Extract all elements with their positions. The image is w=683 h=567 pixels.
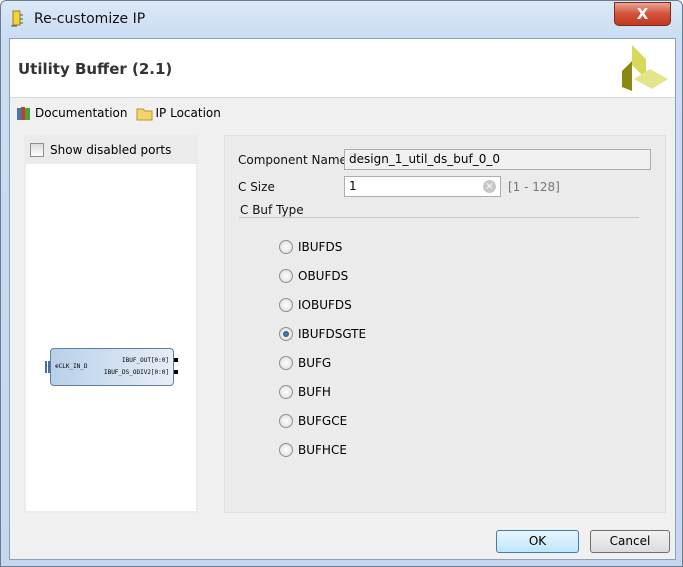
radio-bufh[interactable]: BUFH [279, 385, 331, 399]
port-label: CLK_IN_D [58, 363, 88, 370]
radio-circle[interactable] [279, 240, 293, 254]
output-pin [174, 370, 178, 374]
xilinx-logo [622, 45, 668, 91]
radio-circle[interactable] [279, 298, 293, 312]
radio-label: IOBUFDS [298, 298, 352, 312]
close-button[interactable]: X [614, 2, 671, 26]
header: Utility Buffer (2.1) [10, 39, 675, 98]
window-title: Re-customize IP [34, 11, 146, 27]
radio-label: IBUFDSGTE [298, 327, 367, 341]
title-bar[interactable]: Re-customize IP X [1, 1, 682, 37]
divider [239, 217, 639, 218]
c-size-field[interactable]: 1 × [344, 176, 501, 197]
component-name-label: Component Name [238, 153, 347, 167]
port-ibuf-ds-odiv2: IBUF_DS_ODIV2[0:0] [103, 369, 169, 376]
show-disabled-ports-checkbox[interactable]: Show disabled ports [30, 143, 171, 157]
ip-block-symbol[interactable]: ⊕CLK_IN_D IBUF_OUT[0:0] IBUF_DS_ODIV2[0:… [45, 348, 178, 386]
toolbar-links: Documentation IP Location [16, 104, 225, 122]
radio-label: BUFH [298, 385, 331, 399]
port-clk-in-d: ⊕CLK_IN_D [55, 363, 88, 370]
radio-circle[interactable] [279, 443, 293, 457]
ip-icon [11, 10, 23, 27]
config-panel: Component Name design_1_util_ds_buf_0_0 … [224, 135, 666, 513]
radio-obufds[interactable]: OBUFDS [279, 269, 348, 283]
symbol-canvas: ⊕CLK_IN_D IBUF_OUT[0:0] IBUF_DS_ODIV2[0:… [26, 164, 196, 511]
radio-circle[interactable] [279, 414, 293, 428]
dialog-window: Re-customize IP X Utility Buffer (2.1) D… [0, 0, 683, 567]
radio-label: BUFG [298, 356, 332, 370]
port-ibuf-out: IBUF_OUT[0:0] [122, 357, 169, 364]
c-size-label: C Size [238, 180, 275, 194]
cancel-button[interactable]: Cancel [590, 530, 670, 553]
documentation-label: Documentation [35, 106, 128, 120]
output-pin [174, 358, 178, 362]
radio-label: BUFGCE [298, 414, 348, 428]
c-buf-type-label: C Buf Type [240, 203, 304, 217]
dialog-content: Utility Buffer (2.1) Documentation IP Lo… [9, 38, 676, 560]
folder-icon [136, 108, 153, 121]
radio-ibufds[interactable]: IBUFDS [279, 240, 342, 254]
books-icon [17, 107, 30, 120]
radio-circle[interactable] [279, 327, 293, 341]
interface-port-icon [45, 361, 50, 373]
symbol-panel: Show disabled ports ⊕CLK_IN_D IBUF_OUT[0… [24, 135, 198, 513]
documentation-link[interactable]: Documentation [16, 105, 128, 121]
radio-bufgce[interactable]: BUFGCE [279, 414, 347, 428]
c-size-range: [1 - 128] [508, 180, 560, 194]
ok-button[interactable]: OK [496, 530, 579, 553]
radio-bufg[interactable]: BUFG [279, 356, 331, 370]
radio-circle[interactable] [279, 385, 293, 399]
ip-title: Utility Buffer (2.1) [18, 60, 173, 78]
radio-circle[interactable] [279, 269, 293, 283]
radio-circle[interactable] [279, 356, 293, 370]
ip-location-label: IP Location [155, 106, 221, 120]
ip-location-link[interactable]: IP Location [136, 105, 221, 121]
clear-icon[interactable]: × [483, 180, 496, 193]
radio-label: OBUFDS [298, 269, 349, 283]
radio-ibufdsgte[interactable]: IBUFDSGTE [279, 327, 366, 341]
component-name-field[interactable]: design_1_util_ds_buf_0_0 [344, 149, 651, 170]
c-size-value: 1 [349, 179, 357, 193]
radio-label: BUFHCE [298, 443, 347, 457]
radio-bufhce[interactable]: BUFHCE [279, 443, 347, 457]
show-disabled-ports-label: Show disabled ports [50, 143, 172, 157]
checkbox-box[interactable] [30, 143, 44, 157]
radio-label: IBUFDS [298, 240, 343, 254]
radio-iobufds[interactable]: IOBUFDS [279, 298, 352, 312]
